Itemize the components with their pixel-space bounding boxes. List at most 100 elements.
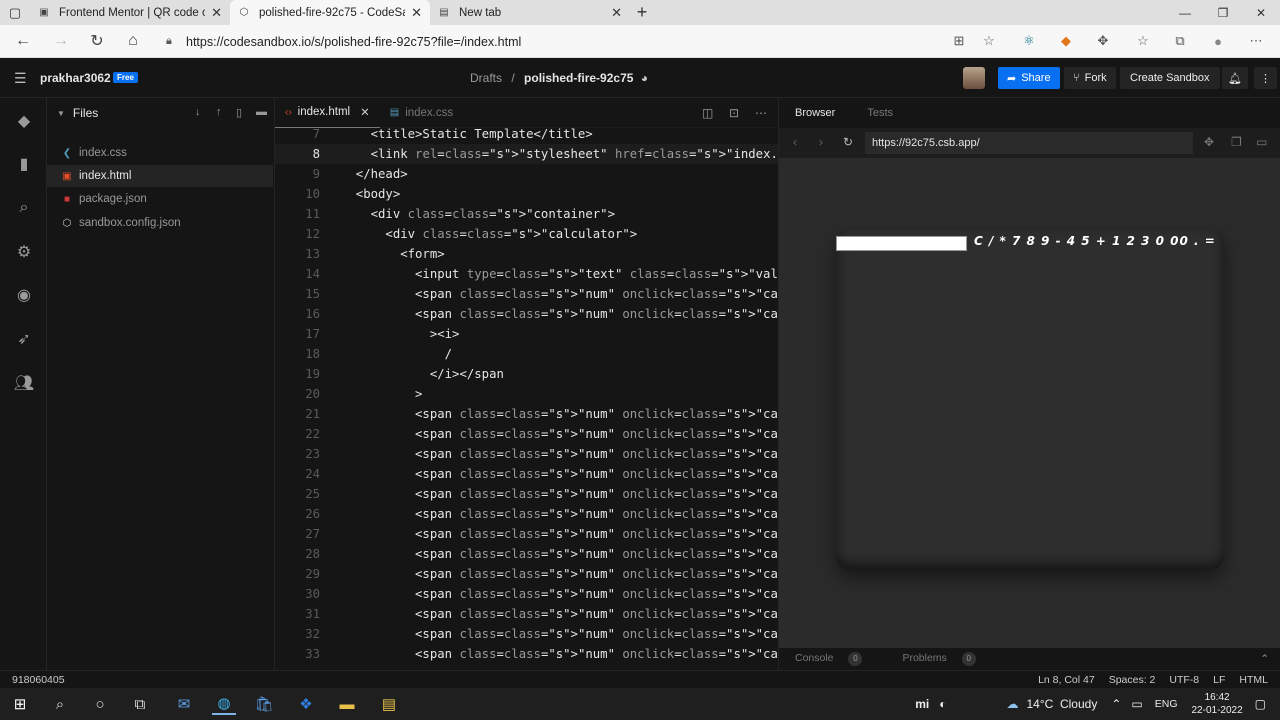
code-line[interactable]: 25 <span class=class="s">"num" onclick=c… [275, 484, 778, 504]
editor-tab-index-css[interactable]: ▤ index.css [380, 98, 463, 128]
code-line[interactable]: 28 <span class=class="s">"num" onclick=c… [275, 544, 778, 564]
deploy-rocket-icon[interactable]: ➶ [13, 328, 35, 350]
search-icon[interactable]: ⌕ [48, 693, 72, 715]
code-line[interactable]: 33 <span class=class="s">"num" onclick=c… [275, 644, 778, 664]
code-line[interactable]: 15 <span class=class="s">"num" onclick=c… [275, 284, 778, 304]
code-line[interactable]: 19 </i></span [275, 364, 778, 384]
code-line[interactable]: 13 <form> [275, 244, 778, 264]
url-input[interactable]: 🔒︎ https://codesandbox.io/s/polished-fir… [160, 29, 940, 54]
code-line[interactable]: 16 <span class=class="s">"num" onclick=c… [275, 304, 778, 324]
weather-text[interactable]: 14°C Cloudy [1026, 697, 1097, 711]
code-line[interactable]: 21 <span class=class="s">"num" onclick=c… [275, 404, 778, 424]
cursor-position[interactable]: Ln 8, Col 47 [1038, 674, 1095, 686]
extensions-icon[interactable]: ✥ [1092, 31, 1114, 51]
notifications-icon[interactable]: 🔔︎ [1222, 67, 1248, 89]
username[interactable]: prakhar3062 [40, 71, 111, 85]
sandbox-info-icon[interactable]: ◆ [13, 110, 35, 132]
responsive-icon[interactable]: ✥ [1204, 135, 1214, 149]
language-indicator[interactable]: ENG [1155, 698, 1178, 710]
network-icon[interactable]: ▭ [1131, 697, 1142, 711]
code-line[interactable]: 22 <span class=class="s">"num" onclick=c… [275, 424, 778, 444]
encoding[interactable]: UTF-8 [1169, 674, 1199, 686]
file-package-json[interactable]: ■ package.json [47, 188, 273, 210]
browser-tab-codesandbox[interactable]: ⬡ polished-fire-92c75 - CodeSandb ✕ [230, 0, 430, 25]
code-line[interactable]: 10 <body> [275, 184, 778, 204]
preview-url-input[interactable]: https://92c75.csb.app/ [865, 132, 1193, 154]
sync-icon[interactable]: ◐ [939, 697, 946, 711]
minimize-icon[interactable]: — [1166, 0, 1204, 25]
browser-tab-new-tab[interactable]: ▤ New tab ✕ [430, 0, 630, 25]
code-line[interactable]: 24 <span class=class="s">"num" onclick=c… [275, 464, 778, 484]
code-line[interactable]: 26 <span class=class="s">"num" onclick=c… [275, 504, 778, 524]
store-icon[interactable]: 🛍︎ [252, 693, 276, 715]
breadcrumb-drafts[interactable]: Drafts [470, 71, 502, 85]
avatar[interactable] [963, 67, 985, 89]
mi-icon[interactable]: mi [915, 697, 929, 711]
close-window-icon[interactable]: ✕ [1242, 0, 1280, 25]
react-devtools-icon[interactable]: ⚛ [1018, 31, 1040, 51]
editor-more-icon[interactable]: ⋯ [755, 106, 767, 120]
code-line[interactable]: 20 > [275, 384, 778, 404]
new-file-icon[interactable]: ▯ [236, 106, 242, 119]
open-preview-icon[interactable]: ⊡ [729, 106, 739, 120]
tray-up-icon[interactable]: ⌃ [1111, 697, 1121, 711]
more-menu-icon[interactable]: ⋯ [1245, 31, 1267, 51]
hamburger-menu-icon[interactable]: ☰ [14, 70, 27, 87]
clock[interactable]: 16:42 22-01-2022 [1192, 691, 1243, 717]
code-line[interactable]: 17 ><i> [275, 324, 778, 344]
sandbox-name[interactable]: polished-fire-92c75 [524, 71, 633, 85]
file-sandbox-config[interactable]: ⬡ sandbox.config.json [47, 212, 273, 234]
explorer-icon[interactable]: ▮ [13, 153, 35, 175]
more-options-icon[interactable]: ⋮ [1254, 67, 1277, 89]
edge-browser-icon[interactable]: ◍ [212, 693, 236, 715]
forward-icon[interactable]: → [50, 31, 72, 51]
code-line[interactable]: 29 <span class=class="s">"num" onclick=c… [275, 564, 778, 584]
notification-center-icon[interactable]: ▢ [1255, 697, 1266, 711]
code-line[interactable]: 23 <span class=class="s">"num" onclick=c… [275, 444, 778, 464]
preview-forward-icon[interactable]: › [819, 135, 823, 149]
code-line[interactable]: 32 <span class=class="s">"num" onclick=c… [275, 624, 778, 644]
code-line[interactable]: 11 <div class=class="s">"container"> [275, 204, 778, 224]
cortana-icon[interactable]: ○ [88, 693, 112, 715]
share-button[interactable]: ➦ Share [998, 67, 1060, 89]
editor-tab-index-html[interactable]: ‹› index.html ✕ [275, 98, 380, 128]
mail-icon[interactable]: ✉ [172, 693, 196, 715]
indentation[interactable]: Spaces: 2 [1109, 674, 1156, 686]
profile-icon[interactable]: ● [1207, 31, 1229, 51]
maximize-icon[interactable]: ❐ [1204, 0, 1242, 25]
vscode-icon[interactable]: ❖ [294, 693, 318, 715]
console-tab[interactable]: Console 0 [795, 652, 863, 666]
code-line[interactable]: 12 <div class=class="s">"calculator"> [275, 224, 778, 244]
upload-icon[interactable]: ↑ [216, 106, 222, 118]
code-line[interactable]: 31 <span class=class="s">"num" onclick=c… [275, 604, 778, 624]
task-view-icon[interactable]: ⧉ [128, 693, 152, 715]
expand-panel-icon[interactable]: ⌃ [1260, 653, 1269, 665]
favorites-list-icon[interactable]: ☆ [1132, 31, 1154, 51]
search-icon[interactable]: ⌕ [13, 197, 35, 219]
home-icon[interactable]: ⌂ [122, 31, 144, 51]
code-line[interactable]: 8 <link rel=class="s">"stylesheet" href=… [275, 144, 778, 164]
split-view-icon[interactable]: ◫ [702, 106, 713, 120]
back-icon[interactable]: ← [12, 31, 34, 51]
code-line[interactable]: 7 <title>Static Template</title> [275, 124, 778, 144]
collections-icon[interactable]: ⧉ [1169, 31, 1191, 51]
refresh-icon[interactable]: ↻ [86, 31, 108, 51]
close-tab-icon[interactable]: ✕ [611, 5, 622, 21]
file-index-css[interactable]: ❮ index.css [47, 142, 273, 164]
windows-start-icon[interactable]: ⊞ [8, 693, 32, 715]
window-menu-icon[interactable]: ▢ [0, 0, 30, 25]
calculator-display-input[interactable] [836, 236, 967, 251]
problems-tab[interactable]: Problems 0 [902, 652, 976, 666]
code-line[interactable]: 9 </head> [275, 164, 778, 184]
preview-refresh-icon[interactable]: ↻ [843, 135, 853, 149]
file-index-html[interactable]: ▣ index.html [47, 165, 273, 187]
preview-back-icon[interactable]: ‹ [793, 135, 797, 149]
code-line[interactable]: 27 <span class=class="s">"num" onclick=c… [275, 524, 778, 544]
new-folder-icon[interactable]: ▬ [256, 106, 267, 118]
metamask-icon[interactable]: ◆ [1055, 31, 1077, 51]
code-line[interactable]: 18 / [275, 344, 778, 364]
language-mode[interactable]: HTML [1239, 674, 1268, 686]
github-icon[interactable]: ◉ [13, 284, 35, 306]
download-icon[interactable]: ↓ [195, 106, 201, 118]
new-tab-button[interactable]: + [630, 0, 654, 25]
